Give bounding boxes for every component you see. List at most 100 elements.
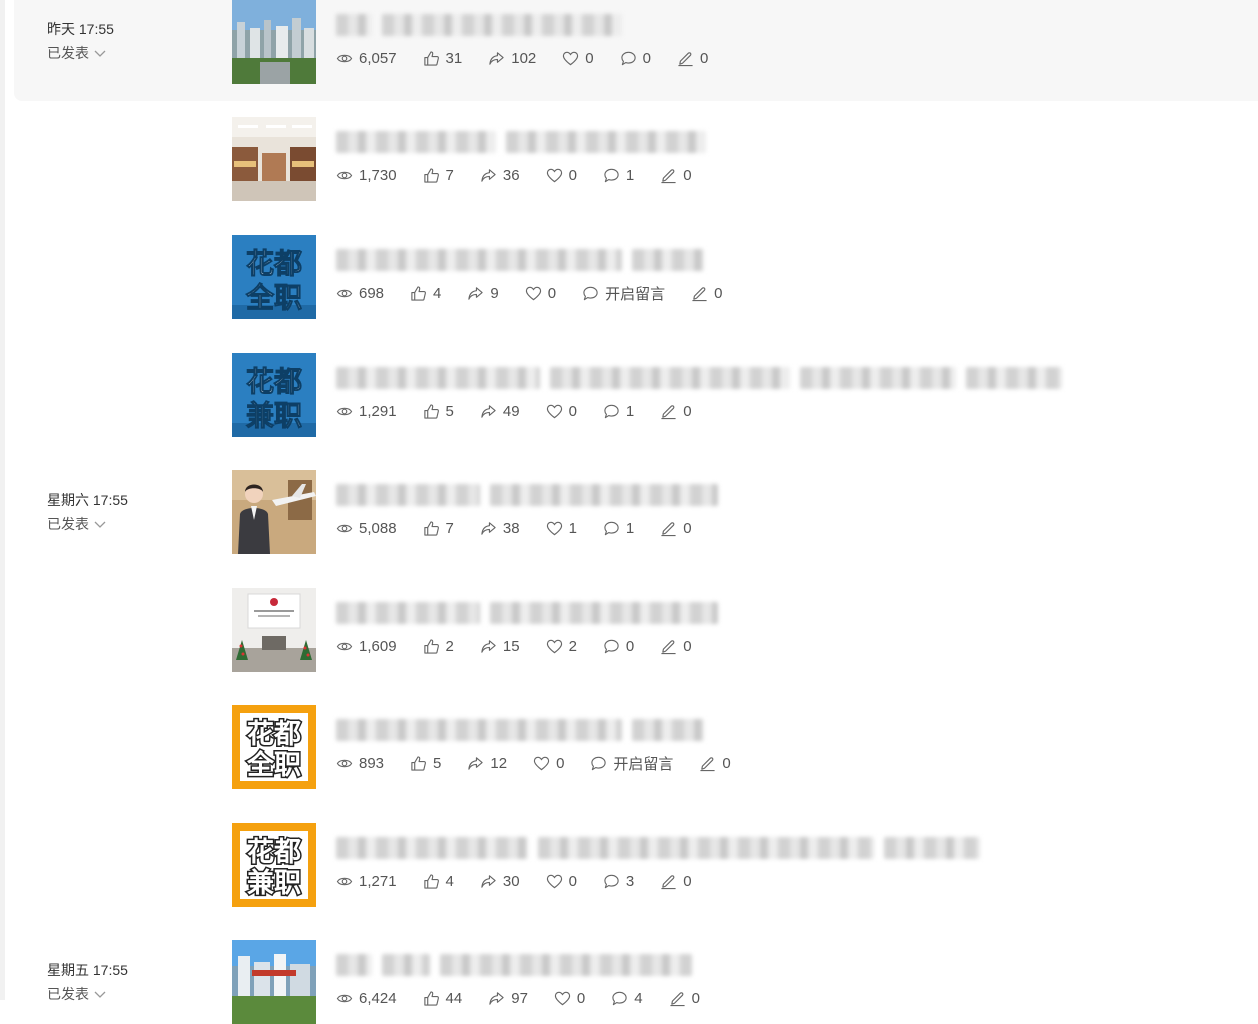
favorites-stat: 0 bbox=[546, 873, 577, 890]
article-item[interactable]: 花都 全职 893 5 12 0 开启留言 0 bbox=[232, 705, 1232, 789]
article-thumbnail[interactable] bbox=[232, 117, 316, 201]
publish-time: 星期六 17:55 bbox=[47, 492, 128, 508]
favorites-count: 1 bbox=[568, 519, 577, 537]
article-thumbnail[interactable] bbox=[232, 0, 316, 84]
notes-stat: 0 bbox=[660, 167, 692, 184]
tile-text-line1: 花都 bbox=[246, 247, 302, 280]
pen-icon bbox=[700, 756, 716, 771]
article-title-blurred[interactable] bbox=[336, 249, 704, 271]
favorites-stat: 1 bbox=[546, 520, 577, 537]
publish-status-dropdown[interactable]: 已发表 bbox=[47, 514, 128, 534]
thumbs-up-icon bbox=[423, 990, 439, 1006]
likes-stat: 4 bbox=[410, 285, 441, 302]
article-thumbnail[interactable] bbox=[232, 470, 316, 554]
article-title-blurred[interactable] bbox=[336, 131, 706, 153]
article-thumbnail[interactable]: 花都 兼职 bbox=[232, 353, 316, 437]
comments-stat[interactable]: 0 bbox=[620, 50, 651, 67]
publish-time: 星期五 17:55 bbox=[47, 962, 128, 978]
article-thumbnail[interactable]: 花都 全职 bbox=[232, 705, 316, 789]
article-item[interactable]: 花都 全职 698 4 9 0 开启留言 0 bbox=[232, 235, 1232, 319]
comments-stat[interactable]: 1 bbox=[603, 167, 634, 184]
comment-bubble-icon bbox=[604, 521, 619, 535]
article-title-blurred[interactable] bbox=[336, 367, 1062, 389]
likes-count: 5 bbox=[445, 402, 454, 420]
article-title-blurred[interactable] bbox=[336, 14, 622, 36]
store-interior-image bbox=[232, 117, 316, 201]
views-count: 698 bbox=[359, 284, 385, 302]
article-thumbnail[interactable]: 花都 兼职 bbox=[232, 823, 316, 907]
notes-count: 0 bbox=[714, 284, 723, 302]
shares-count: 36 bbox=[502, 166, 520, 184]
date-group-friday: 星期五 17:55 已发表 bbox=[47, 960, 128, 1004]
shares-stat: 102 bbox=[488, 50, 536, 67]
article-title-blurred[interactable] bbox=[336, 602, 718, 624]
shares-stat: 36 bbox=[480, 167, 520, 184]
article-stats: 6,424 44 97 0 4 0 bbox=[336, 988, 700, 1008]
share-arrow-icon bbox=[468, 756, 484, 770]
article-title-blurred[interactable] bbox=[336, 719, 704, 741]
article-item[interactable]: 1,609 2 15 2 0 0 bbox=[232, 588, 1232, 672]
pen-icon bbox=[661, 168, 676, 183]
thumbs-up-icon bbox=[423, 167, 439, 183]
publish-status-label: 已发表 bbox=[47, 516, 89, 532]
chevron-down-icon bbox=[94, 50, 106, 57]
notes-stat: 0 bbox=[660, 520, 692, 537]
favorites-count: 0 bbox=[568, 166, 577, 184]
views-stat: 6,424 bbox=[336, 990, 397, 1007]
eye-icon bbox=[336, 407, 353, 415]
likes-stat: 4 bbox=[423, 873, 454, 890]
thumbs-up-icon bbox=[423, 403, 439, 419]
favorites-count: 2 bbox=[568, 637, 577, 655]
shares-stat: 12 bbox=[467, 755, 507, 772]
comments-stat[interactable]: 3 bbox=[603, 873, 634, 890]
article-item[interactable]: 5,088 7 38 1 1 0 bbox=[232, 470, 1232, 554]
tile-text-line1: 花都 bbox=[246, 365, 302, 398]
thumbs-up-icon bbox=[423, 520, 439, 536]
publish-status-dropdown[interactable]: 已发表 bbox=[47, 43, 114, 63]
heart-icon bbox=[554, 991, 571, 1005]
article-thumbnail[interactable]: 花都 全职 bbox=[232, 235, 316, 319]
article-item[interactable]: 花都 兼职 1,271 4 30 0 3 0 bbox=[232, 823, 1232, 907]
publish-status-dropdown[interactable]: 已发表 bbox=[47, 984, 128, 1004]
thumbs-up-icon bbox=[411, 755, 426, 771]
views-stat: 5,088 bbox=[336, 520, 397, 537]
likes-count: 7 bbox=[445, 166, 454, 184]
article-item[interactable]: 花都 兼职 1,291 5 49 0 1 0 bbox=[232, 353, 1232, 437]
notes-stat: 0 bbox=[677, 50, 708, 67]
comments-stat[interactable]: 1 bbox=[603, 520, 634, 537]
likes-stat: 31 bbox=[423, 50, 462, 67]
heart-icon bbox=[546, 168, 562, 182]
likes-count: 44 bbox=[445, 989, 463, 1007]
notes-stat: 0 bbox=[691, 285, 722, 302]
favorites-count: 0 bbox=[576, 989, 586, 1007]
article-stats: 1,730 7 36 0 1 0 bbox=[336, 165, 692, 185]
comments-stat[interactable]: 4 bbox=[611, 989, 643, 1007]
article-thumbnail[interactable] bbox=[232, 588, 316, 672]
likes-stat: 2 bbox=[423, 638, 454, 655]
article-item[interactable]: 6,424 44 97 0 4 0 bbox=[232, 940, 1232, 1024]
thumbs-up-icon bbox=[411, 285, 426, 301]
pen-icon bbox=[661, 521, 676, 536]
eye-icon bbox=[336, 54, 353, 62]
views-count: 6,057 bbox=[359, 49, 397, 67]
views-stat: 1,609 bbox=[336, 638, 397, 655]
enable-comments-link[interactable]: 开启留言 bbox=[590, 753, 673, 774]
comments-stat[interactable]: 0 bbox=[603, 638, 634, 655]
article-thumbnail[interactable] bbox=[232, 940, 316, 1024]
share-arrow-icon bbox=[481, 404, 496, 418]
comment-bubble-icon bbox=[583, 286, 598, 300]
likes-count: 5 bbox=[433, 754, 442, 772]
heart-icon bbox=[546, 404, 562, 418]
article-title-blurred[interactable] bbox=[336, 484, 718, 506]
article-item[interactable]: 6,057 31 102 0 0 0 bbox=[232, 0, 1232, 84]
flight-attendant-image bbox=[232, 470, 316, 554]
enable-comments-label: 开启留言 bbox=[605, 285, 666, 303]
comments-stat[interactable]: 1 bbox=[603, 403, 634, 420]
comment-bubble-icon bbox=[604, 874, 619, 888]
publish-status-label: 已发表 bbox=[47, 45, 89, 61]
enable-comments-link[interactable]: 开启留言 bbox=[582, 283, 665, 304]
comments-count: 4 bbox=[634, 989, 643, 1007]
article-title-blurred[interactable] bbox=[336, 954, 692, 976]
article-title-blurred[interactable] bbox=[336, 837, 980, 859]
article-item[interactable]: 1,730 7 36 0 1 0 bbox=[232, 117, 1232, 201]
